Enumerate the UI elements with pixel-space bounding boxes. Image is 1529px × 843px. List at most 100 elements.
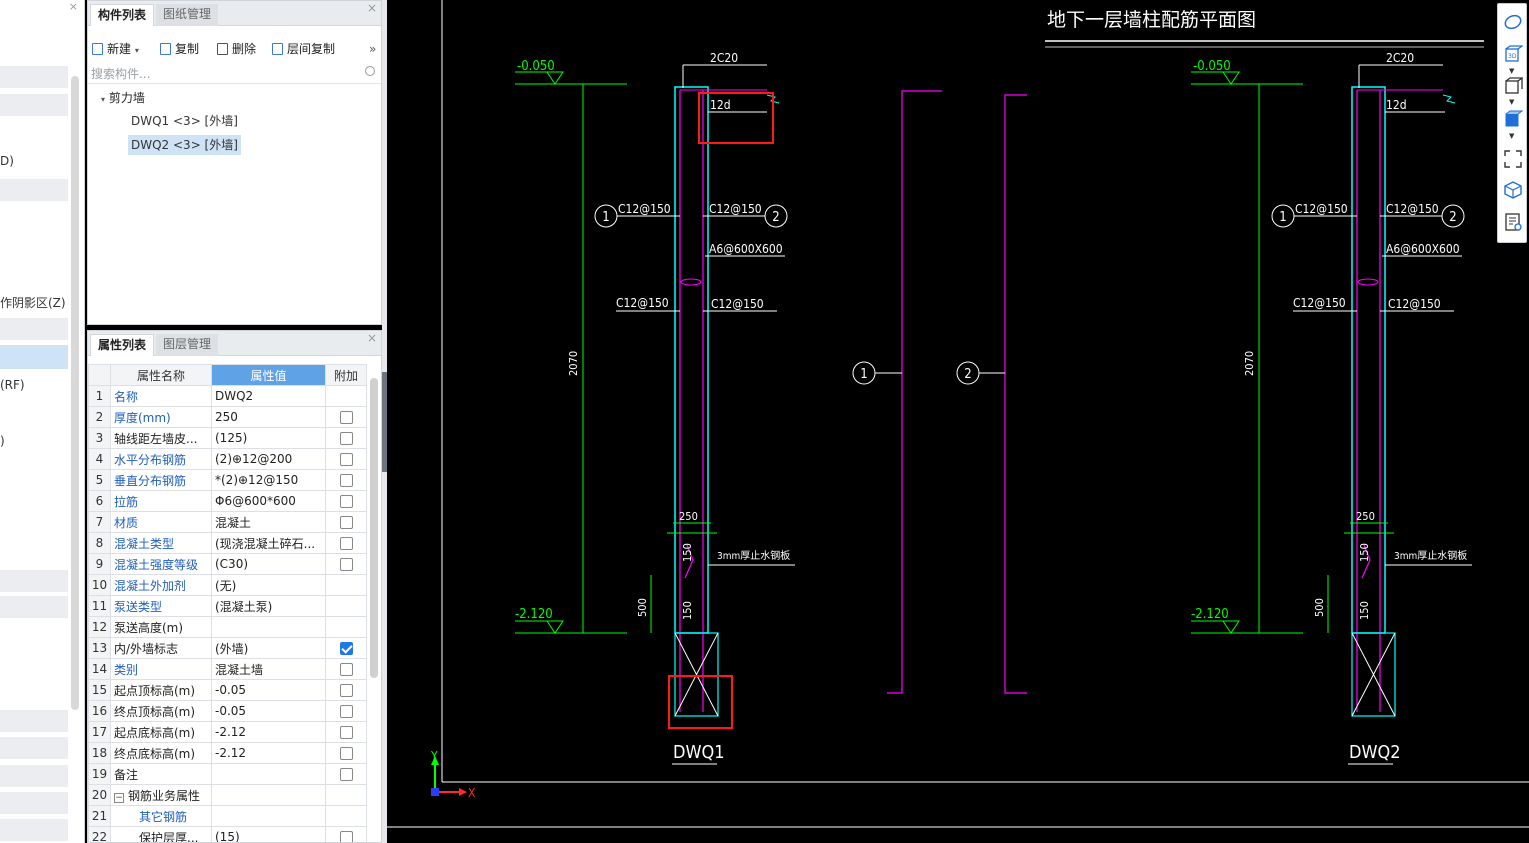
nav-row[interactable]	[0, 66, 68, 88]
property-row[interactable]: 13 内/外墙标志 (外墙)	[88, 637, 367, 659]
property-value[interactable]: -2.12	[211, 721, 326, 743]
property-name[interactable]: 垂直分布钢筋	[110, 469, 212, 491]
tab-component-list[interactable]: 构件列表	[90, 4, 155, 26]
property-row[interactable]: 19 备注	[88, 763, 367, 785]
property-row[interactable]: 9 混凝土强度等级 (C30)	[88, 553, 367, 575]
extra-checkbox[interactable]	[339, 432, 353, 445]
floor-copy-button[interactable]: 层间复制	[272, 39, 335, 59]
search-input[interactable]: 搜索构件...	[91, 65, 150, 82]
property-value[interactable]: Φ6@600*600	[211, 490, 326, 512]
property-name[interactable]: − 钢筋业务属性	[110, 784, 212, 806]
copy-button[interactable]: 复制	[160, 39, 199, 59]
property-value[interactable]	[211, 616, 326, 638]
property-value[interactable]: (混凝土泵)	[211, 595, 326, 617]
property-row[interactable]: 16 终点顶标高(m) -0.05	[88, 700, 367, 722]
property-value[interactable]: 混凝土墙	[211, 658, 326, 680]
property-row[interactable]: 10 混凝土外加剂 (无)	[88, 574, 367, 596]
property-value[interactable]: (现浇混凝土碎石...	[211, 532, 326, 554]
property-row[interactable]: 5 垂直分布钢筋 *(2)⊕12@150	[88, 469, 367, 491]
extra-checkbox[interactable]	[339, 684, 353, 697]
property-value[interactable]: *(2)⊕12@150	[211, 469, 326, 491]
property-value[interactable]: (15)	[211, 826, 326, 842]
property-row[interactable]: 1 名称 DWQ2	[88, 385, 367, 407]
extra-checkbox[interactable]	[339, 516, 353, 529]
nav-row-selected[interactable]	[0, 345, 68, 369]
property-name[interactable]: 混凝土强度等级	[110, 553, 212, 575]
property-row[interactable]: 20− 钢筋业务属性	[88, 784, 367, 806]
property-list-scrollbar[interactable]	[370, 378, 378, 678]
property-name[interactable]: 终点顶标高(m)	[110, 700, 212, 722]
left-panel-scrollbar[interactable]	[71, 76, 79, 710]
more-tools-button[interactable]: »	[369, 39, 376, 59]
nav-row[interactable]	[0, 94, 68, 116]
property-name[interactable]: 混凝土外加剂	[110, 574, 212, 596]
property-name[interactable]: 名称	[110, 385, 212, 407]
property-value[interactable]: (2)⊕12@200	[211, 448, 326, 470]
property-row[interactable]: 4 水平分布钢筋 (2)⊕12@200	[88, 448, 367, 470]
component-list-close-icon[interactable]: ×	[367, 1, 377, 15]
box-view-caret-icon[interactable]: ▼	[1509, 98, 1514, 106]
cube-check-icon[interactable]	[1503, 180, 1523, 200]
settings-list-icon[interactable]	[1503, 212, 1523, 232]
property-value[interactable]: (外墙)	[211, 637, 326, 659]
nav-item-fragment[interactable]: (RF)	[0, 378, 25, 392]
nav-row[interactable]	[0, 179, 68, 201]
nav-item-fragment[interactable]: D)	[0, 154, 14, 168]
property-name[interactable]: 备注	[110, 763, 212, 785]
nav-row[interactable]	[0, 710, 68, 732]
property-value[interactable]: (125)	[211, 427, 326, 449]
property-name[interactable]: 水平分布钢筋	[110, 448, 212, 470]
property-row[interactable]: 14 类别 混凝土墙	[88, 658, 367, 680]
box-view-icon[interactable]	[1503, 76, 1524, 96]
tab-property-list[interactable]: 属性列表	[90, 334, 155, 356]
collapse-icon[interactable]: −	[114, 792, 124, 803]
highlight-box-foundation[interactable]	[668, 675, 733, 729]
cad-drawing[interactable]: 地下一层墙柱配筋平面图 -0.050 -2.120 2070 2C20 12d	[387, 0, 1529, 843]
extra-checkbox[interactable]	[339, 495, 353, 508]
extra-checkbox[interactable]	[339, 663, 353, 676]
nav-item-fragment[interactable]: )	[0, 434, 5, 448]
property-value[interactable]: -0.05	[211, 679, 326, 701]
property-row[interactable]: 15 起点顶标高(m) -0.05	[88, 679, 367, 701]
property-name[interactable]: 泵送高度(m)	[110, 616, 212, 638]
search-icon[interactable]	[365, 66, 375, 76]
property-name[interactable]: 其它钢筋	[110, 805, 212, 827]
nav-row[interactable]	[0, 765, 68, 787]
tree-item-dwq1[interactable]: DWQ1 <3> [外墙]	[128, 111, 241, 131]
nav-row[interactable]	[0, 570, 68, 592]
property-value[interactable]	[211, 784, 326, 806]
property-row[interactable]: 3 轴线距左墙皮... (125)	[88, 427, 367, 449]
property-row[interactable]: 21 其它钢筋	[88, 805, 367, 827]
extra-checkbox[interactable]	[339, 558, 353, 571]
property-name[interactable]: 内/外墙标志	[110, 637, 212, 659]
property-row[interactable]: 8 混凝土类型 (现浇混凝土碎石...	[88, 532, 367, 554]
property-name[interactable]: 终点底标高(m)	[110, 742, 212, 764]
property-row[interactable]: 6 拉筋 Φ6@600*600	[88, 490, 367, 512]
property-row[interactable]: 22 保护层厚... (15)	[88, 826, 367, 842]
property-value[interactable]	[211, 763, 326, 785]
property-row[interactable]: 2 厚度(mm) 250	[88, 406, 367, 428]
property-value[interactable]: (无)	[211, 574, 326, 596]
extra-checkbox[interactable]	[339, 705, 353, 718]
extra-checkbox[interactable]	[339, 747, 353, 760]
extra-checkbox[interactable]	[339, 831, 353, 842]
left-panel-close-icon[interactable]: ×	[69, 0, 78, 13]
delete-button[interactable]: 删除	[217, 39, 256, 59]
property-name[interactable]: 拉筋	[110, 490, 212, 512]
tree-item-dwq2[interactable]: DWQ2 <3> [外墙]	[128, 135, 241, 155]
extra-checkbox[interactable]	[339, 411, 353, 424]
wall-section-dwq2[interactable]: -0.050 -2.120 2070 2C20 12d 1 C12@150 2	[1191, 51, 1472, 765]
property-row[interactable]: 7 材质 混凝土	[88, 511, 367, 533]
new-dropdown-caret-icon[interactable]: ▾	[135, 46, 139, 55]
fit-view-icon[interactable]	[1503, 149, 1523, 169]
property-row[interactable]: 17 起点底标高(m) -2.12	[88, 721, 367, 743]
extra-checkbox[interactable]	[339, 642, 353, 655]
property-name[interactable]: 类别	[110, 658, 212, 680]
extra-checkbox[interactable]	[339, 453, 353, 466]
property-value[interactable]: DWQ2	[211, 385, 326, 407]
nav-row[interactable]	[0, 792, 68, 814]
property-value[interactable]: -0.05	[211, 700, 326, 722]
3d-view-caret-icon[interactable]: ▼	[1509, 67, 1514, 75]
wall-section-dwq1[interactable]: -0.050 -2.120 2070 2C20 12d 1 C12@150 2	[515, 51, 795, 765]
extra-checkbox[interactable]	[339, 537, 353, 550]
